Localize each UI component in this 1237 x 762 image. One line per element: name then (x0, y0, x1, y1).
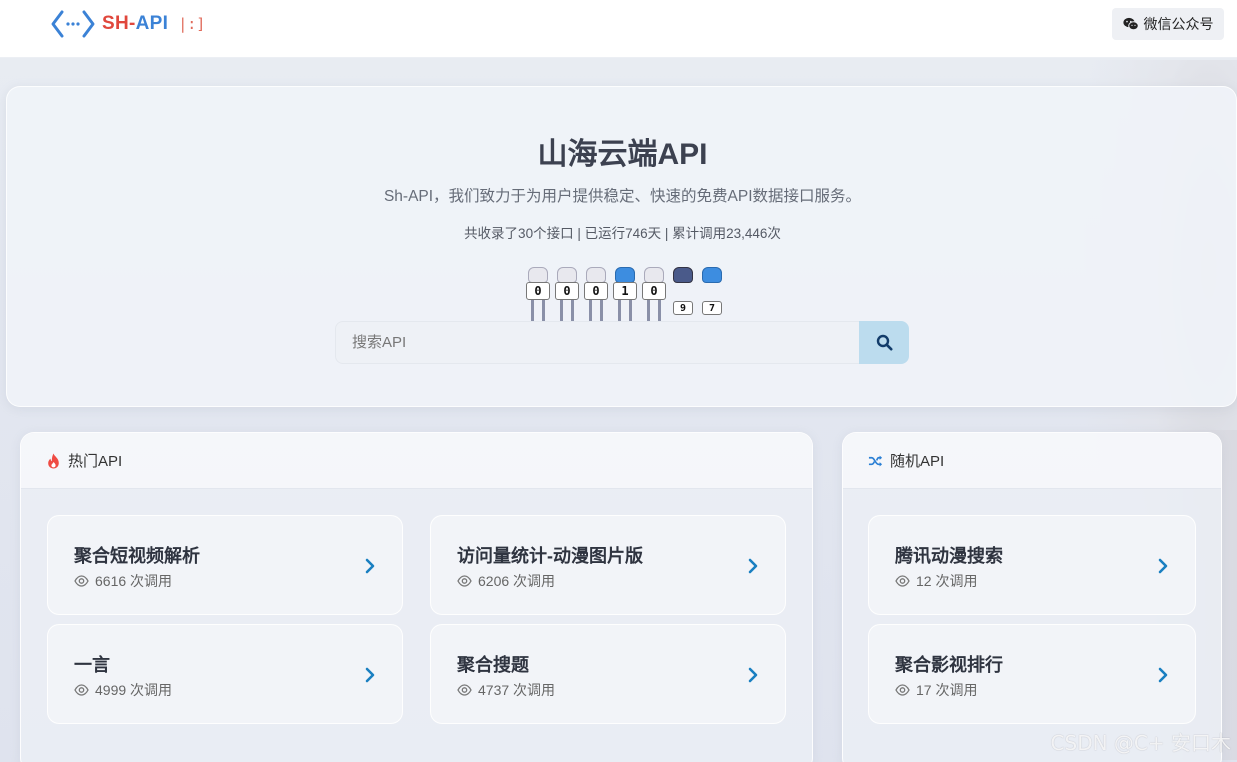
site-logo[interactable]: SH-API |:] (50, 8, 205, 40)
logo-dash: - (129, 13, 136, 34)
chevron-right-icon (748, 667, 758, 683)
chevron-right-icon (1158, 667, 1168, 683)
api-card[interactable]: 聚合短视频解析 6616 次调用 (47, 515, 403, 615)
eye-icon (457, 684, 472, 696)
api-card-calls: 17 次调用 (916, 682, 978, 698)
counter-digit: 0 (640, 265, 667, 323)
api-card-title: 聚合搜题 (457, 655, 529, 675)
hot-api-title: 热门API (68, 453, 123, 470)
api-card-title: 访问量统计-动漫图片版 (457, 546, 643, 566)
eye-icon (895, 684, 910, 696)
counter-digit: 0 (553, 265, 580, 323)
logo-text: SH-API (102, 13, 168, 35)
api-card-title: 聚合影视排行 (895, 655, 1003, 675)
api-card-title: 聚合短视频解析 (74, 546, 200, 566)
api-card-calls: 6206 次调用 (478, 573, 556, 589)
chevron-right-icon (748, 558, 758, 574)
shuffle-icon (868, 455, 883, 466)
chevron-right-icon (1158, 558, 1168, 574)
logo-api: API (135, 13, 169, 34)
hero-section: 山海云端API Sh-API，我们致力于为用户提供稳定、快速的免费API数据接口… (6, 86, 1237, 407)
hot-api-header: 热门API (21, 433, 812, 489)
site-stats: 共收录了30个接口 | 已运行746天 | 累计调用23,446次 (464, 226, 781, 241)
api-card[interactable]: 访问量统计-动漫图片版 6206 次调用 (430, 515, 786, 615)
api-card-calls: 4999 次调用 (95, 682, 173, 698)
api-card[interactable]: 一言 4999 次调用 (47, 624, 403, 724)
page-title: 山海云端API (537, 138, 708, 171)
code-brackets-icon (51, 10, 95, 38)
search-button[interactable] (859, 321, 909, 364)
chevron-right-icon (365, 558, 375, 574)
api-card-meta: 17 次调用 (895, 680, 977, 700)
api-card-meta: 6206 次调用 (457, 571, 555, 591)
api-card[interactable]: 腾讯动漫搜索 12 次调用 (868, 515, 1196, 615)
hero-subtitle: Sh-API，我们致力于为用户提供稳定、快速的免费API数据接口服务。 (383, 188, 862, 205)
hot-api-panel: 热门API 聚合短视频解析 6616 次调用 访问量统计-动漫图片版 6206 … (20, 432, 813, 762)
counter-digit: 0 (524, 265, 551, 323)
logo-cursor: |:] (178, 15, 206, 33)
search-input[interactable] (335, 321, 859, 364)
api-card[interactable]: 聚合影视排行 17 次调用 (868, 624, 1196, 724)
search-bar (335, 321, 909, 364)
search-icon (876, 334, 892, 351)
api-card-meta: 6616 次调用 (74, 571, 172, 591)
api-card-title: 腾讯动漫搜索 (895, 546, 1003, 566)
wechat-icon (1122, 17, 1139, 31)
random-api-header: 随机API (843, 433, 1221, 489)
counter-digit: 9 (669, 265, 696, 323)
eye-icon (74, 684, 89, 696)
api-card-calls: 4737 次调用 (478, 682, 556, 698)
eye-icon (895, 575, 910, 587)
wechat-label: 微信公众号 (1143, 16, 1214, 32)
eye-icon (74, 575, 89, 587)
visit-counter: 0 0 0 1 0 9 7 (524, 265, 725, 323)
fire-icon (48, 453, 59, 468)
counter-digit: 7 (698, 265, 725, 323)
random-api-panel: 随机API 腾讯动漫搜索 12 次调用 聚合影视排行 17 次调用 (842, 432, 1222, 762)
random-api-title: 随机API (890, 453, 945, 470)
csdn-watermark: CSDN @C+ 安口木 (1050, 731, 1231, 755)
api-card-meta: 4737 次调用 (457, 680, 555, 700)
top-navbar: SH-API |:] 微信公众号 (0, 0, 1237, 58)
api-card-meta: 12 次调用 (895, 571, 977, 591)
api-card-calls: 6616 次调用 (95, 573, 173, 589)
api-card-calls: 12 次调用 (916, 573, 978, 589)
wechat-official-account-button[interactable]: 微信公众号 (1112, 8, 1224, 40)
api-card-title: 一言 (74, 655, 110, 675)
counter-digit: 0 (582, 265, 609, 323)
api-card-meta: 4999 次调用 (74, 680, 172, 700)
api-card[interactable]: 聚合搜题 4737 次调用 (430, 624, 786, 724)
logo-sh: SH (102, 13, 129, 34)
chevron-right-icon (365, 667, 375, 683)
counter-digit: 1 (611, 265, 638, 323)
eye-icon (457, 575, 472, 587)
